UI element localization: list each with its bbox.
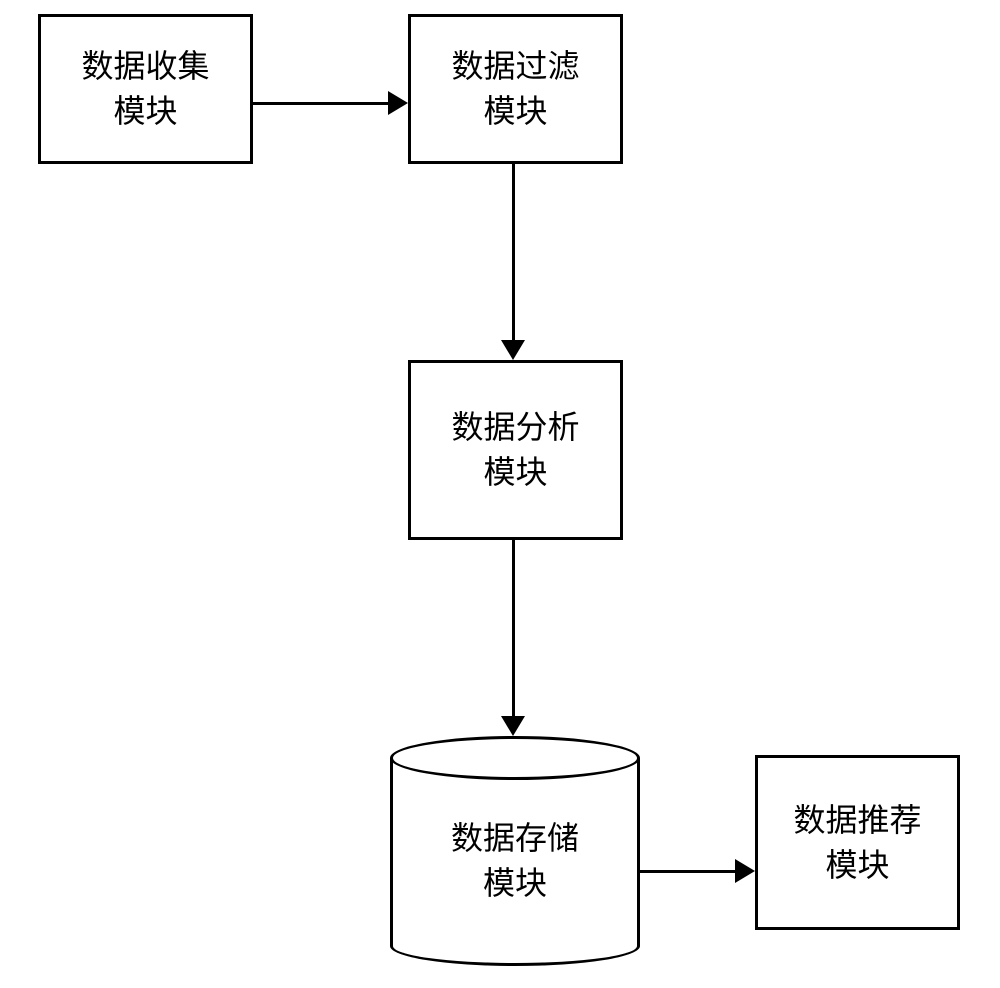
- data-recommend-label-2: 模块: [825, 843, 889, 888]
- data-filter-label-1: 数据过滤: [451, 44, 579, 89]
- arrow-storage-to-recommend: [640, 870, 738, 873]
- data-filter-label-2: 模块: [483, 89, 547, 134]
- data-collection-box: 数据收集 模块: [38, 14, 253, 164]
- data-storage-label-2: 模块: [483, 861, 547, 906]
- data-collection-label-1: 数据收集: [81, 44, 209, 89]
- data-filter-box: 数据过滤 模块: [408, 14, 623, 164]
- arrow-head-analysis-to-storage: [501, 716, 525, 736]
- cylinder-body: 数据存储 模块: [390, 758, 640, 966]
- arrow-head-filter-to-analysis: [501, 340, 525, 360]
- arrow-head-collection-to-filter: [388, 91, 408, 115]
- data-storage-label-1: 数据存储: [451, 816, 579, 861]
- arrow-collection-to-filter: [253, 102, 391, 105]
- data-recommend-label-1: 数据推荐: [793, 798, 921, 843]
- data-analysis-label-1: 数据分析: [451, 405, 579, 450]
- data-analysis-box: 数据分析 模块: [408, 360, 623, 540]
- data-storage-cylinder: 数据存储 模块: [390, 736, 640, 966]
- data-recommend-box: 数据推荐 模块: [755, 755, 960, 930]
- arrow-analysis-to-storage: [512, 540, 515, 720]
- data-analysis-label-2: 模块: [483, 450, 547, 495]
- data-collection-label-2: 模块: [113, 89, 177, 134]
- cylinder-top: [390, 736, 640, 780]
- arrow-filter-to-analysis: [512, 164, 515, 344]
- arrow-head-storage-to-recommend: [735, 859, 755, 883]
